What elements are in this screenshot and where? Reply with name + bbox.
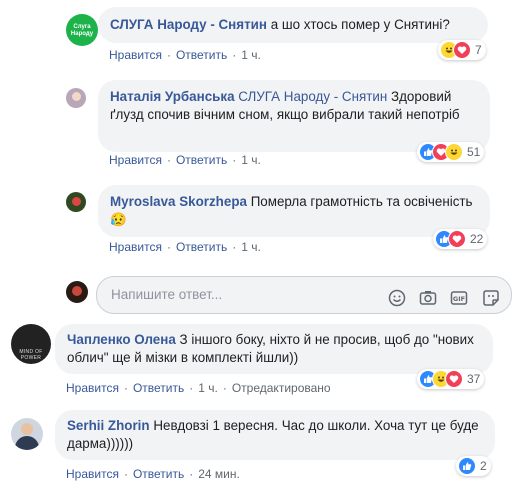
reaction-summary[interactable]: 22: [433, 229, 488, 249]
reply-link[interactable]: Ответить: [176, 240, 227, 254]
comment-author[interactable]: Чапленко Олена: [67, 332, 176, 347]
avatar[interactable]: [11, 418, 43, 450]
gif-icon[interactable]: GIF: [450, 289, 468, 307]
camera-icon[interactable]: [419, 289, 437, 307]
reply-input[interactable]: Напишите ответ... GIF: [96, 276, 512, 314]
love-icon: [448, 230, 466, 248]
comment-bubble: Чапленко Олена З іншого боку, ніхто й не…: [55, 324, 493, 374]
like-link[interactable]: Нравится: [109, 153, 162, 167]
comment-author[interactable]: Serhii Zhorin: [67, 418, 150, 433]
haha-icon: [445, 143, 463, 161]
like-link[interactable]: Нравится: [109, 48, 162, 62]
comment-bubble: СЛУГА Народу - Снятин а шо хтось помер у…: [98, 7, 488, 43]
avatar[interactable]: Слуга Народу: [66, 14, 98, 46]
avatar-label: MIND OF POWER: [19, 349, 43, 361]
reply-placeholder: Напишите ответ...: [111, 287, 223, 302]
comment-actions: Нравится · Ответить · 1 ч. · Отредактировано: [66, 381, 331, 395]
comment-bubble: Myroslava Skorzhepa Померла грамотність …: [98, 185, 490, 237]
like-icon: [458, 457, 476, 475]
comment-author[interactable]: СЛУГА Народу - Снятин: [110, 17, 267, 32]
reply-link[interactable]: Ответить: [176, 48, 227, 62]
emoji-icon[interactable]: [388, 289, 406, 307]
reaction-summary[interactable]: 7: [438, 40, 486, 60]
comment-actions: Нравится · Ответить · 1 ч.: [109, 240, 261, 254]
like-link[interactable]: Нравится: [66, 381, 119, 395]
reaction-summary[interactable]: 37: [417, 369, 485, 389]
like-link[interactable]: Нравится: [109, 240, 162, 254]
timestamp[interactable]: 1 ч.: [198, 381, 218, 395]
svg-text:GIF: GIF: [453, 295, 465, 303]
love-icon: [445, 370, 463, 388]
reaction-count: 7: [475, 43, 482, 57]
sticker-icon[interactable]: [482, 289, 500, 307]
reaction-summary[interactable]: 2: [456, 456, 491, 476]
comment-author[interactable]: Наталія Урбанська: [110, 89, 235, 104]
reaction-count: 22: [470, 232, 484, 246]
avatar[interactable]: [66, 192, 86, 212]
reaction-count: 37: [467, 372, 481, 386]
comment-bubble: Serhii Zhorin Невдовзі 1 вересня. Час до…: [55, 410, 495, 460]
comment-actions: Нравится · Ответить · 24 мин.: [66, 467, 240, 481]
comment-text: а шо хтось помер у Снятині?: [270, 17, 450, 32]
timestamp[interactable]: 1 ч.: [241, 240, 261, 254]
comment-author[interactable]: Myroslava Skorzhepa: [110, 194, 247, 209]
reaction-count: 51: [467, 145, 481, 159]
reply-link[interactable]: Ответить: [133, 467, 184, 481]
love-icon: [453, 41, 471, 59]
avatar[interactable]: MIND OF POWER: [11, 324, 51, 364]
reply-link[interactable]: Ответить: [176, 153, 227, 167]
timestamp[interactable]: 1 ч.: [241, 48, 261, 62]
current-user-avatar: [66, 281, 88, 303]
avatar[interactable]: [66, 88, 86, 108]
avatar-label: Слуга Народу: [70, 24, 94, 37]
reaction-count: 2: [480, 459, 487, 473]
comment-actions: Нравится · Ответить · 1 ч.: [109, 48, 261, 62]
timestamp[interactable]: 24 мин.: [198, 467, 240, 481]
edited-label[interactable]: Отредактировано: [232, 381, 331, 395]
timestamp[interactable]: 1 ч.: [241, 153, 261, 167]
like-link[interactable]: Нравится: [66, 467, 119, 481]
reply-link[interactable]: Ответить: [133, 381, 184, 395]
comment-actions: Нравится · Ответить · 1 ч.: [109, 153, 261, 167]
mention-link[interactable]: СЛУГА Народу - Снятин: [238, 89, 387, 104]
reaction-summary[interactable]: 51: [417, 142, 485, 162]
